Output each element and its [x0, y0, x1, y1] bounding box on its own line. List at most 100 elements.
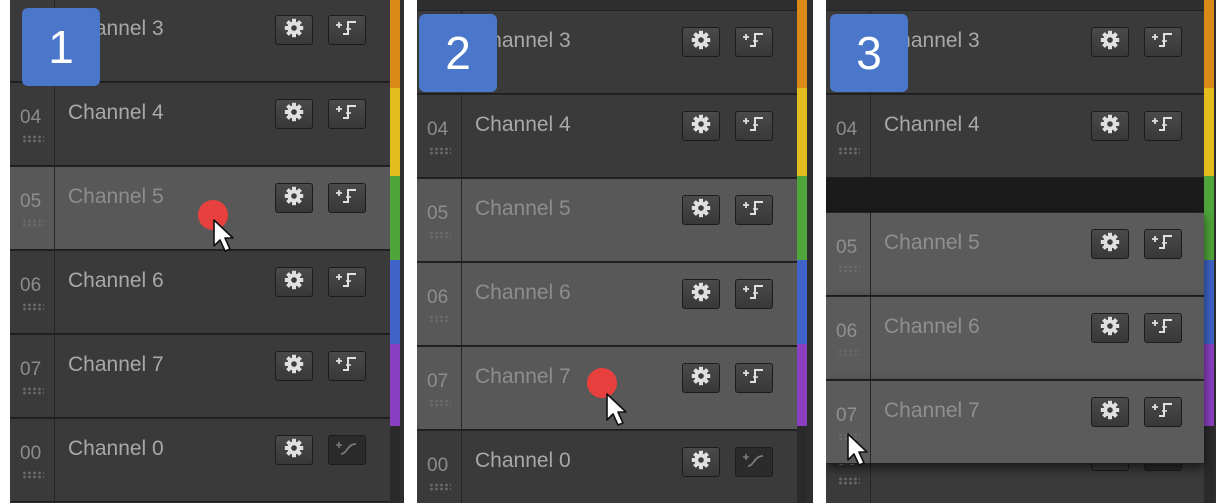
channel-settings-button[interactable]: [1091, 313, 1129, 343]
channel-settings-button[interactable]: [275, 351, 313, 381]
step-number-badge: 2: [419, 14, 497, 92]
gear-icon: [691, 450, 711, 475]
gear-icon: [284, 186, 304, 211]
channel-settings-button[interactable]: [682, 363, 720, 393]
channel-fx-button[interactable]: [328, 435, 366, 465]
step-plus-icon: [334, 354, 360, 379]
channel-row[interactable]: 04 Channel 4: [417, 94, 797, 178]
channel-number-cell: 07: [417, 347, 462, 429]
channel-fx-button[interactable]: [1144, 27, 1182, 57]
gear-icon: [691, 282, 711, 307]
channel-color-strip: [797, 176, 807, 260]
channel-row[interactable]: 06 Channel 6: [826, 296, 1204, 380]
grip-icon[interactable]: [429, 147, 451, 155]
channel-fx-button[interactable]: [735, 195, 773, 225]
channel-number: 07: [20, 359, 42, 380]
channel-settings-button[interactable]: [682, 195, 720, 225]
channel-fx-button[interactable]: [735, 27, 773, 57]
channel-settings-button[interactable]: [682, 279, 720, 309]
grip-icon[interactable]: [22, 471, 44, 479]
mouse-pointer-icon: [212, 218, 238, 254]
channel-row[interactable]: 00 Channel 0: [417, 430, 797, 503]
channel-number-cell: 05: [417, 179, 462, 261]
channel-number-cell: 04: [826, 95, 871, 177]
channel-color-strip: [1204, 88, 1214, 176]
channel-name: Channel 6: [475, 281, 571, 304]
gear-icon: [691, 366, 711, 391]
channel-fx-button[interactable]: [735, 111, 773, 141]
channel-fx-button[interactable]: [328, 183, 366, 213]
channel-color-strip: [797, 260, 807, 344]
grip-icon[interactable]: [838, 147, 860, 155]
channel-fx-button[interactable]: [735, 447, 773, 477]
channel-number-cell: 05: [10, 167, 55, 249]
channel-settings-button[interactable]: [1091, 27, 1129, 57]
step-panel-2: Channel 3 04 Channel 4 05 Channel 5 06 Channel…: [417, 0, 813, 503]
channel-settings-button[interactable]: [275, 15, 313, 45]
channel-row[interactable]: 06 Channel 6: [417, 262, 797, 346]
channel-fx-button[interactable]: [328, 351, 366, 381]
channel-settings-button[interactable]: [1091, 397, 1129, 427]
grip-icon[interactable]: [838, 265, 860, 273]
step-plus-icon: [334, 102, 360, 127]
mouse-pointer-icon: [846, 432, 872, 468]
channel-row[interactable]: 05 Channel 5: [417, 178, 797, 262]
channel-fx-button[interactable]: [1144, 313, 1182, 343]
channel-settings-button[interactable]: [275, 183, 313, 213]
grip-icon[interactable]: [22, 387, 44, 395]
step-plus-icon: [1150, 316, 1176, 341]
gear-icon: [284, 438, 304, 463]
channel-color-strip: [1204, 344, 1214, 426]
channel-settings-button[interactable]: [1091, 229, 1129, 259]
channel-settings-button[interactable]: [1091, 111, 1129, 141]
channel-number-cell: 06: [826, 297, 871, 379]
channel-name: Channel 5: [884, 231, 980, 254]
channel-fx-button[interactable]: [1144, 111, 1182, 141]
channel-settings-button[interactable]: [275, 435, 313, 465]
channel-number-cell: 04: [10, 83, 55, 165]
channel-number: 04: [836, 119, 858, 140]
curve-icon: [334, 438, 360, 463]
channel-number: 04: [427, 119, 449, 140]
channel-fx-button[interactable]: [735, 363, 773, 393]
channel-row[interactable]: 05 Channel 5: [826, 212, 1204, 296]
channel-fx-button[interactable]: [1144, 397, 1182, 427]
step-plus-icon: [334, 18, 360, 43]
channel-fx-button[interactable]: [735, 279, 773, 309]
channel-row[interactable]: 07 Channel 7: [826, 380, 1204, 464]
channel-number: 04: [20, 107, 42, 128]
step-plus-icon: [334, 186, 360, 211]
channel-settings-button[interactable]: [275, 99, 313, 129]
channel-settings-button[interactable]: [682, 447, 720, 477]
channel-fx-button[interactable]: [328, 99, 366, 129]
gear-icon: [1100, 400, 1120, 425]
channel-settings-button[interactable]: [682, 27, 720, 57]
channel-row[interactable]: 07 Channel 7: [10, 334, 390, 418]
grip-icon[interactable]: [838, 477, 860, 485]
channel-name: Channel 7: [884, 399, 980, 422]
channel-number: 00: [20, 443, 42, 464]
channel-row[interactable]: 04 Channel 4: [826, 94, 1204, 178]
channel-settings-button[interactable]: [682, 111, 720, 141]
channel-fx-button[interactable]: [1144, 229, 1182, 259]
channel-name: Channel 4: [68, 101, 164, 124]
grip-icon[interactable]: [838, 349, 860, 357]
channel-color-strip: [390, 0, 400, 88]
channel-name: Channel 0: [68, 437, 164, 460]
grip-icon[interactable]: [429, 483, 451, 491]
channel-color-strip: [1204, 260, 1214, 344]
channel-fx-button[interactable]: [328, 15, 366, 45]
step-plus-icon: [1150, 400, 1176, 425]
channel-fx-button[interactable]: [328, 267, 366, 297]
grip-icon[interactable]: [429, 231, 451, 239]
grip-icon[interactable]: [429, 315, 451, 323]
channel-color-strip: [797, 0, 807, 88]
grip-icon[interactable]: [22, 219, 44, 227]
channel-row[interactable]: 04 Channel 4: [10, 82, 390, 166]
channel-row[interactable]: 06 Channel 6: [10, 250, 390, 334]
grip-icon[interactable]: [429, 399, 451, 407]
channel-row[interactable]: 00 Channel 0: [10, 418, 390, 502]
channel-settings-button[interactable]: [275, 267, 313, 297]
grip-icon[interactable]: [22, 303, 44, 311]
grip-icon[interactable]: [22, 135, 44, 143]
